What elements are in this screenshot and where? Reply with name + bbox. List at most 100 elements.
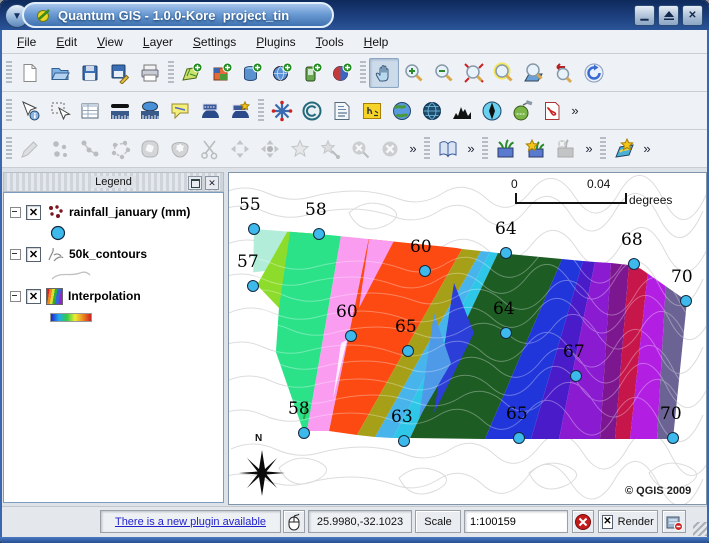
help-contents-button[interactable] bbox=[433, 134, 463, 164]
delete-ring-button[interactable] bbox=[315, 134, 345, 164]
toolbar-handle[interactable] bbox=[6, 137, 12, 161]
layer-checkbox[interactable]: ✕ bbox=[26, 247, 41, 262]
toggle-editing-button[interactable] bbox=[15, 134, 45, 164]
show-bookmarks-button[interactable] bbox=[195, 96, 225, 126]
add-island-button[interactable] bbox=[165, 134, 195, 164]
plugin-link[interactable]: There is a new plugin available bbox=[115, 516, 266, 528]
dock-close-button[interactable]: ✕ bbox=[205, 176, 219, 190]
layer-item-rainfall[interactable]: ✕ rainfall_january (mm) bbox=[10, 201, 223, 223]
zoom-to-layer-button[interactable] bbox=[519, 58, 549, 88]
minimize-button[interactable]: ▁ bbox=[634, 5, 655, 26]
layer-item-contours[interactable]: ✕ 50k_contours bbox=[10, 243, 223, 265]
split-features-button[interactable] bbox=[195, 134, 225, 164]
identify-features-button[interactable] bbox=[15, 96, 45, 126]
add-wfs-layer-button[interactable] bbox=[327, 58, 357, 88]
add-postgis-layer-button[interactable] bbox=[237, 58, 267, 88]
text-annotation-button[interactable] bbox=[327, 96, 357, 126]
new-project-button[interactable] bbox=[15, 58, 45, 88]
capture-line-button[interactable] bbox=[75, 134, 105, 164]
menu-file[interactable]: File bbox=[8, 33, 45, 51]
scale-input[interactable] bbox=[464, 510, 568, 533]
refresh-map-button[interactable] bbox=[579, 58, 609, 88]
menu-help[interactable]: Help bbox=[355, 33, 398, 51]
new-map-composer-button[interactable] bbox=[609, 134, 639, 164]
collapse-icon[interactable] bbox=[10, 207, 21, 218]
node-tool-button[interactable] bbox=[267, 96, 297, 126]
toolbar-handle[interactable] bbox=[424, 137, 430, 161]
label-tool-button[interactable] bbox=[357, 96, 387, 126]
move-vertex-button[interactable] bbox=[255, 134, 285, 164]
delete-selected-button[interactable] bbox=[375, 134, 405, 164]
save-project-as-button[interactable] bbox=[105, 58, 135, 88]
message-log-button[interactable] bbox=[662, 510, 686, 533]
toolbar-handle[interactable] bbox=[168, 61, 174, 85]
zoom-to-selection-button[interactable] bbox=[489, 58, 519, 88]
toolbar-handle[interactable] bbox=[482, 137, 488, 161]
open-project-button[interactable] bbox=[45, 58, 75, 88]
add-vector-layer-button[interactable] bbox=[177, 58, 207, 88]
move-feature-button[interactable] bbox=[225, 134, 255, 164]
capture-point-button[interactable] bbox=[45, 134, 75, 164]
collapse-icon[interactable] bbox=[10, 249, 21, 260]
print-composer-button[interactable] bbox=[135, 58, 165, 88]
north-arrow-button[interactable] bbox=[477, 96, 507, 126]
layer-checkbox[interactable]: ✕ bbox=[26, 289, 41, 304]
new-bookmark-button[interactable] bbox=[225, 96, 255, 126]
delete-part-button[interactable] bbox=[345, 134, 375, 164]
toolbar-handle[interactable] bbox=[600, 137, 606, 161]
map-tips-button[interactable] bbox=[165, 96, 195, 126]
toolbar-overflow-button[interactable]: » bbox=[567, 103, 583, 118]
coordinate-toggle-button[interactable] bbox=[283, 510, 305, 533]
projection-button[interactable] bbox=[417, 96, 447, 126]
zoom-in-button[interactable] bbox=[399, 58, 429, 88]
add-gps-layer-button[interactable] bbox=[297, 58, 327, 88]
grass-open-mapset-button[interactable] bbox=[491, 134, 521, 164]
menu-edit[interactable]: Edit bbox=[47, 33, 86, 51]
zoom-last-button[interactable] bbox=[549, 58, 579, 88]
menu-tools[interactable]: Tools bbox=[307, 33, 353, 51]
measure-line-button[interactable] bbox=[105, 96, 135, 126]
legend-titlebar[interactable]: Legend ✕ bbox=[3, 172, 224, 192]
zoom-full-button[interactable] bbox=[459, 58, 489, 88]
title-bar[interactable]: ▼ Quantum GIS - 1.0.0-Kore project_tin ▁… bbox=[0, 0, 709, 30]
capture-polygon-button[interactable] bbox=[105, 134, 135, 164]
export-pdf-button[interactable] bbox=[537, 96, 567, 126]
geoprocessing-button[interactable] bbox=[387, 96, 417, 126]
menu-settings[interactable]: Settings bbox=[184, 33, 245, 51]
zoom-out-button[interactable] bbox=[429, 58, 459, 88]
simplify-feature-button[interactable] bbox=[285, 134, 315, 164]
select-features-button[interactable] bbox=[45, 96, 75, 126]
save-project-button[interactable] bbox=[75, 58, 105, 88]
render-toggle[interactable]: ✕ Render bbox=[598, 510, 658, 533]
close-button[interactable]: ✕ bbox=[682, 5, 703, 26]
menu-plugins[interactable]: Plugins bbox=[247, 33, 304, 51]
toolbar-handle[interactable] bbox=[6, 99, 12, 123]
toolbar-overflow-button[interactable]: » bbox=[581, 141, 597, 156]
resize-grip[interactable] bbox=[693, 522, 707, 536]
toolbar-handle[interactable] bbox=[6, 61, 12, 85]
dock-float-button[interactable] bbox=[188, 176, 202, 190]
menu-view[interactable]: View bbox=[88, 33, 132, 51]
render-checkbox[interactable]: ✕ bbox=[602, 515, 612, 529]
plugin-notification[interactable]: There is a new plugin available bbox=[100, 510, 281, 533]
pan-map-button[interactable] bbox=[369, 58, 399, 88]
toolbar-overflow-button[interactable]: » bbox=[639, 141, 655, 156]
menu-layer[interactable]: Layer bbox=[134, 33, 182, 51]
open-attribute-table-button[interactable] bbox=[75, 96, 105, 126]
measure-area-button[interactable] bbox=[135, 96, 165, 126]
copyright-label-button[interactable] bbox=[297, 96, 327, 126]
toolbar-handle[interactable] bbox=[258, 99, 264, 123]
toolbar-handle[interactable] bbox=[360, 61, 366, 85]
add-ring-button[interactable] bbox=[135, 134, 165, 164]
histogram-button[interactable] bbox=[447, 96, 477, 126]
add-wms-layer-button[interactable] bbox=[267, 58, 297, 88]
grass-new-mapset-button[interactable] bbox=[521, 134, 551, 164]
maximize-button[interactable] bbox=[658, 5, 679, 26]
layer-checkbox[interactable]: ✕ bbox=[26, 205, 41, 220]
stop-render-button[interactable] bbox=[572, 510, 594, 533]
collapse-icon[interactable] bbox=[10, 291, 21, 302]
add-raster-layer-button[interactable] bbox=[207, 58, 237, 88]
map-canvas[interactable]: 0 0.04 degrees N © QGIS 2009 55 58 60 64… bbox=[228, 172, 707, 505]
toolbar-overflow-button[interactable]: » bbox=[463, 141, 479, 156]
toolbar-overflow-button[interactable]: » bbox=[405, 141, 421, 156]
